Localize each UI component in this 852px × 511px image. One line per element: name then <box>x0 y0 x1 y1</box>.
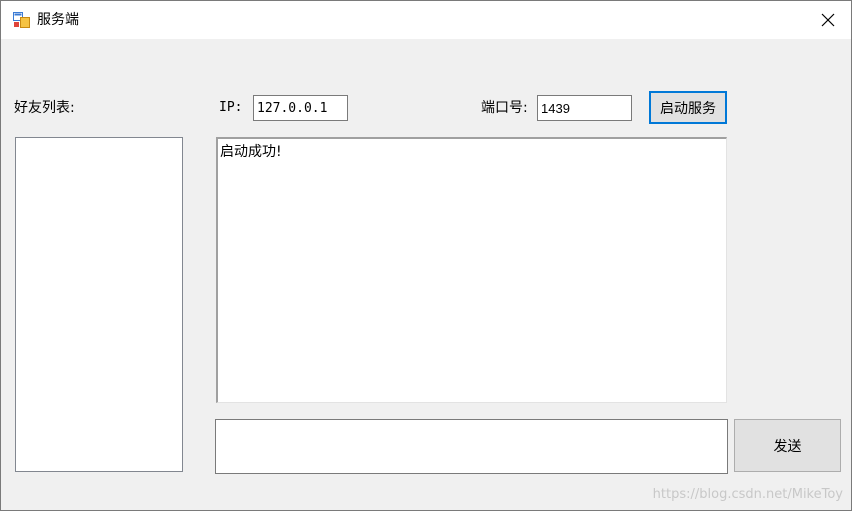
close-button[interactable] <box>805 1 851 39</box>
ip-label: IP: <box>219 100 243 115</box>
winforms-app-icon <box>13 12 30 28</box>
title-bar[interactable]: 服务端 <box>1 1 851 39</box>
send-button[interactable]: 发送 <box>734 419 841 472</box>
ip-input[interactable] <box>253 95 348 121</box>
window-title: 服务端 <box>37 12 79 28</box>
watermark: https://blog.csdn.net/MikeToy <box>652 487 843 502</box>
friend-list-label: 好友列表: <box>14 100 75 116</box>
server-window: 服务端 好友列表: IP: 端口号: 启动服务 启动成功! 发送 https:/… <box>0 0 852 511</box>
close-icon <box>821 13 835 27</box>
port-input[interactable] <box>537 95 632 121</box>
log-output[interactable]: 启动成功! <box>216 137 727 403</box>
start-service-button[interactable]: 启动服务 <box>649 91 727 124</box>
friend-list[interactable] <box>15 137 183 472</box>
port-label: 端口号: <box>481 100 528 116</box>
message-input[interactable] <box>215 419 728 474</box>
